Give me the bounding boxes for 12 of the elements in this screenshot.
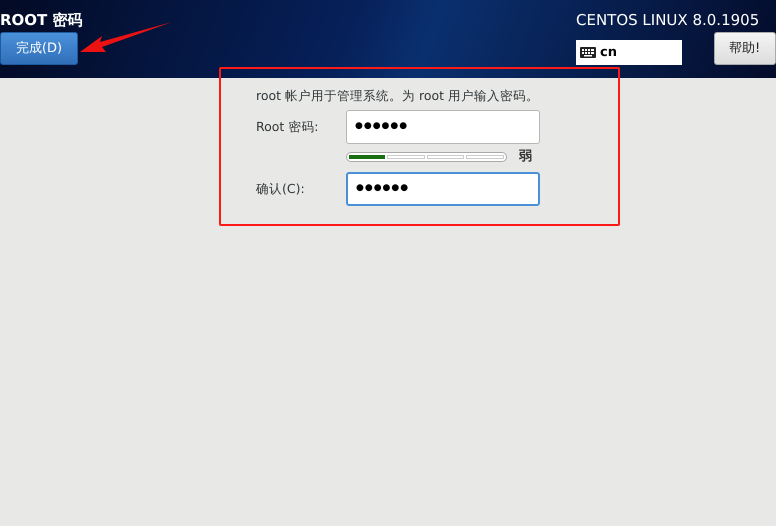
keyboard-icon <box>580 47 596 58</box>
product-name: CENTOS LINUX 8.0.1905 <box>576 10 760 30</box>
done-button[interactable]: 完成(D) <box>0 32 78 65</box>
keyboard-layout-field[interactable]: cn <box>576 40 682 65</box>
password-field[interactable]: ●●●●●● <box>346 110 540 144</box>
password-field[interactable]: ●●●●●● <box>346 172 540 206</box>
field-label: Root 密码: <box>256 118 320 136</box>
page-title: ROOT 密码 <box>0 10 83 30</box>
help-button[interactable]: 帮助! <box>714 32 776 65</box>
strength-label: 弱 <box>519 148 532 166</box>
description-text: root 帐户用于管理系统。为 root 用户输入密码。 <box>256 88 540 104</box>
field-label: 确认(C): <box>256 180 306 198</box>
